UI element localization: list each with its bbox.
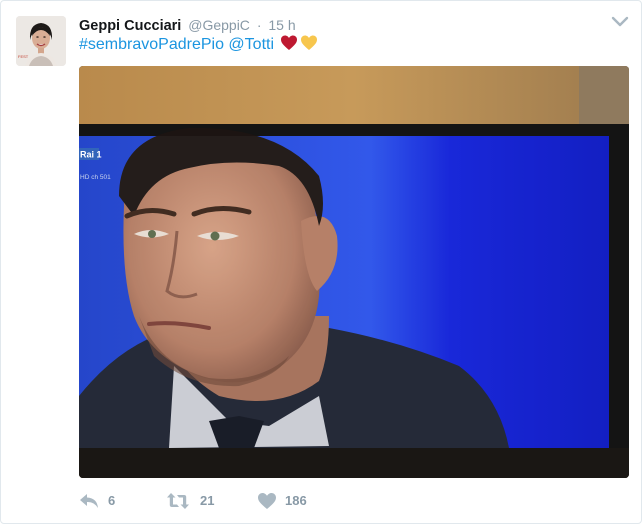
like-count: 186	[285, 493, 307, 508]
author-name[interactable]: Geppi Cucciari	[79, 18, 181, 34]
avatar-photo: FEST	[16, 16, 66, 66]
reply-button[interactable]: 6	[79, 491, 129, 511]
tweet-header: Geppi Cucciari @GeppiC · 15 h	[79, 15, 601, 35]
mention-link[interactable]: @Totti	[228, 36, 274, 53]
retweet-count: 21	[200, 493, 215, 508]
tv-screen-photo: Rai 1 HD ch 501	[79, 66, 629, 478]
tweet-text: #sembravoPadrePio @Totti	[79, 34, 318, 56]
hashtag-link[interactable]: #sembravoPadrePio	[79, 36, 224, 53]
author-handle[interactable]: @GeppiC	[188, 17, 250, 33]
reply-icon	[80, 494, 98, 508]
chevron-down-icon[interactable]	[611, 15, 629, 29]
like-button[interactable]: 186	[257, 491, 327, 511]
yellow-heart-emoji-icon	[300, 34, 318, 52]
tweet-card[interactable]: FEST Geppi Cucciari @GeppiC · 15 h #semb…	[0, 0, 642, 524]
svg-text:FEST: FEST	[18, 54, 29, 59]
reply-count: 6	[108, 493, 116, 508]
red-heart-emoji-icon	[280, 34, 298, 52]
heart-icon	[258, 493, 276, 509]
retweet-button[interactable]: 21	[166, 491, 226, 511]
tweet-photo[interactable]: Rai 1 HD ch 501	[79, 66, 629, 478]
tweet-timestamp[interactable]: 15 h	[268, 17, 295, 33]
retweet-icon	[167, 493, 189, 509]
separator-dot: ·	[256, 17, 262, 33]
avatar[interactable]: FEST	[16, 16, 66, 66]
